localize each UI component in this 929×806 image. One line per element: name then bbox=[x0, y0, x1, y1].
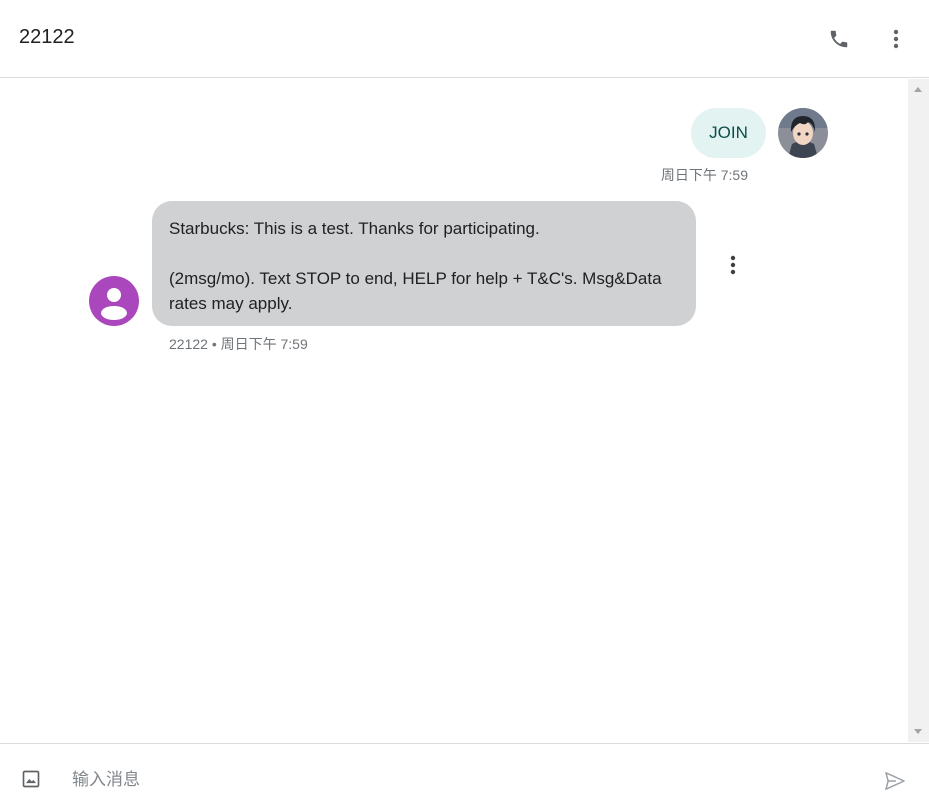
incoming-message-meta: 22122 • 周日下午 7:59 bbox=[169, 336, 308, 352]
incoming-message-bubble[interactable]: Starbucks: This is a test. Thanks for pa… bbox=[152, 201, 696, 326]
phone-icon bbox=[830, 30, 848, 48]
outgoing-message-text: JOIN bbox=[709, 123, 748, 142]
incoming-message-line: (2msg/mo). Text STOP to end, HELP for he… bbox=[169, 269, 662, 313]
conversation-title: 22122 bbox=[19, 26, 75, 48]
more-vert-icon bbox=[893, 29, 899, 49]
send-icon bbox=[885, 772, 905, 790]
scrollbar[interactable] bbox=[908, 79, 929, 742]
person-icon bbox=[101, 288, 127, 320]
attach-image-button[interactable] bbox=[16, 764, 46, 794]
scroll-down-arrow[interactable] bbox=[914, 729, 922, 734]
message-list bbox=[0, 79, 908, 742]
incoming-message-line: Starbucks: This is a test. Thanks for pa… bbox=[169, 219, 540, 238]
call-button[interactable] bbox=[820, 20, 858, 58]
image-icon bbox=[22, 770, 40, 788]
more-vert-icon bbox=[730, 255, 736, 275]
message-input[interactable] bbox=[72, 765, 852, 795]
sender-avatar[interactable] bbox=[89, 276, 139, 326]
composer-bar bbox=[0, 743, 929, 806]
scroll-up-arrow[interactable] bbox=[914, 87, 922, 92]
user-avatar-image bbox=[778, 108, 828, 158]
outgoing-message-time: 周日下午 7:59 bbox=[660, 167, 748, 183]
message-options-button[interactable] bbox=[718, 250, 748, 280]
outgoing-message-bubble[interactable]: JOIN bbox=[691, 108, 766, 158]
user-avatar bbox=[778, 108, 828, 158]
conversation-header: 22122 bbox=[0, 0, 929, 78]
send-button[interactable] bbox=[880, 766, 910, 796]
more-options-button[interactable] bbox=[877, 20, 915, 58]
